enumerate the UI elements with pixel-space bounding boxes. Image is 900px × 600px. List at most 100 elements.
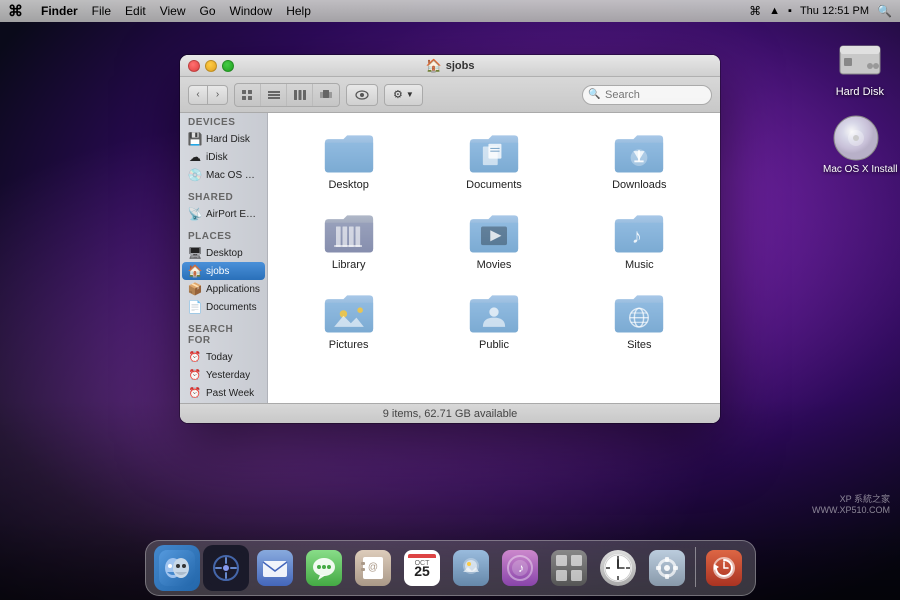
close-button[interactable] (188, 60, 200, 72)
file-item-documents[interactable]: Documents (425, 125, 562, 197)
sidebar-item-allimages[interactable]: ⏰ All Images (182, 402, 265, 403)
search-wrapper: 🔍 (582, 85, 712, 105)
home-icon: 🏠 (188, 264, 202, 278)
sidebar-item-idisk[interactable]: ☁ iDisk (182, 148, 265, 166)
svg-text:♪: ♪ (518, 561, 524, 575)
dock-item-ical[interactable]: 25 OCT (399, 545, 445, 591)
dock-item-iphoto[interactable] (448, 545, 494, 591)
dvd-label: Mac OS X Install DVD (823, 164, 888, 176)
sidebar-idisk-label: iDisk (206, 152, 228, 163)
column-view-button[interactable] (287, 84, 313, 106)
sidebar-item-sjobs[interactable]: 🏠 sjobs (182, 262, 265, 280)
menubar-help[interactable]: Help (286, 4, 311, 18)
window-buttons (188, 60, 234, 72)
file-item-desktop[interactable]: Desktop (280, 125, 417, 197)
file-item-pictures[interactable]: Pictures (280, 285, 417, 357)
menubar-file[interactable]: File (92, 4, 111, 18)
dvd-image (832, 114, 880, 162)
menubar-window[interactable]: Window (230, 4, 273, 18)
nav-buttons: ‹ › (188, 85, 228, 105)
idisk-icon: ☁ (188, 150, 202, 164)
desktop-icon-sm: 🖥 (188, 246, 202, 260)
file-item-library[interactable]: Library (280, 205, 417, 277)
yesterday-icon: ⏰ (188, 368, 202, 382)
file-item-sites[interactable]: Sites (571, 285, 708, 357)
dock-item-expose[interactable] (546, 545, 592, 591)
pictures-folder-label: Pictures (329, 339, 369, 351)
finder-content: DEVICES 💾 Hard Disk ☁ iDisk 💿 Mac OS X I… (180, 113, 720, 403)
svg-text:♪: ♪ (632, 226, 642, 248)
sidebar-item-pastweek[interactable]: ⏰ Past Week (182, 384, 265, 402)
dock-item-dashboard[interactable] (203, 545, 249, 591)
sidebar-item-applications[interactable]: 📦 Applications (182, 280, 265, 298)
icon-view-button[interactable] (235, 84, 261, 106)
maximize-button[interactable] (222, 60, 234, 72)
menubar-right: ⌘ ▲ ▪ Thu 12:51 PM 🔍 (749, 4, 892, 18)
search-input[interactable] (582, 85, 712, 105)
dvd-icon[interactable]: Mac OS X Install DVD (819, 110, 892, 180)
dock-item-clock[interactable] (595, 545, 641, 591)
search-icon: 🔍 (588, 89, 600, 100)
dock-item-addressbook[interactable]: @ (350, 545, 396, 591)
wifi-icon[interactable]: ▲ (769, 5, 780, 17)
status-text: 9 items, 62.71 GB available (383, 408, 518, 420)
file-item-movies[interactable]: Movies (425, 205, 562, 277)
desktop-folder-label: Desktop (328, 179, 368, 191)
apple-menu[interactable]: ⌘ (8, 2, 23, 20)
menubar-view[interactable]: View (160, 4, 186, 18)
finder-statusbar: 9 items, 62.71 GB available (180, 403, 720, 423)
movies-folder-label: Movies (477, 259, 512, 271)
apps-icon: 📦 (188, 282, 202, 296)
sidebar-item-documents[interactable]: 📄 Documents (182, 298, 265, 316)
watermark-line2: WWW.XP510.COM (812, 505, 890, 515)
sidebar-item-harddisk[interactable]: 💾 Hard Disk (182, 130, 265, 148)
eye-button[interactable] (346, 84, 378, 106)
sidebar-item-yesterday[interactable]: ⏰ Yesterday (182, 366, 265, 384)
library-folder-icon (323, 211, 375, 255)
public-folder-icon (468, 291, 520, 335)
coverflow-view-button[interactable] (313, 84, 339, 106)
sidebar-dvd-label: Mac OS X I... (206, 170, 259, 181)
sidebar-sjobs-label: sjobs (206, 266, 229, 277)
menubar: ⌘ Finder File Edit View Go Window Help ⌘… (0, 0, 900, 22)
window-title: 🏠 sjobs (426, 58, 475, 74)
public-folder-label: Public (479, 339, 509, 351)
file-item-public[interactable]: Public (425, 285, 562, 357)
sidebar-harddisk-label: Hard Disk (206, 134, 250, 145)
places-header: PLACES (180, 227, 267, 244)
finder-sidebar: DEVICES 💾 Hard Disk ☁ iDisk 💿 Mac OS X I… (180, 113, 268, 403)
dock-item-mail[interactable] (252, 545, 298, 591)
menubar-finder[interactable]: Finder (41, 4, 78, 18)
list-view-button[interactable] (261, 84, 287, 106)
minimize-button[interactable] (205, 60, 217, 72)
menubar-edit[interactable]: Edit (125, 4, 146, 18)
action-button[interactable]: ⚙ ▼ (384, 84, 423, 106)
sidebar-item-dvd[interactable]: 💿 Mac OS X I... (182, 166, 265, 184)
sidebar-item-desktop[interactable]: 🖥 Desktop (182, 244, 265, 262)
sidebar-item-airport[interactable]: 📡 AirPort Extreme (182, 205, 265, 223)
svg-text:@: @ (367, 562, 377, 573)
window-title-text: sjobs (446, 60, 475, 72)
dock-item-itunes[interactable]: ♪ (497, 545, 543, 591)
menubar-left: ⌘ Finder File Edit View Go Window Help (8, 2, 749, 20)
file-item-downloads[interactable]: Downloads (571, 125, 708, 197)
devices-header: DEVICES (180, 113, 267, 130)
view-buttons (234, 83, 340, 107)
gear-icon: ⚙ (393, 88, 403, 101)
spotlight-icon[interactable]: 🔍 (877, 4, 892, 18)
file-item-music[interactable]: ♪ Music (571, 205, 708, 277)
dock-item-ichat[interactable] (301, 545, 347, 591)
dock-item-sysprefs[interactable] (644, 545, 690, 591)
battery-icon[interactable]: ▪ (788, 5, 792, 17)
hard-disk-icon[interactable]: Hard Disk (832, 32, 888, 102)
bluetooth-icon[interactable]: ⌘ (749, 4, 761, 18)
forward-button[interactable]: › (208, 85, 228, 105)
menu-clock[interactable]: Thu 12:51 PM (800, 5, 869, 17)
back-button[interactable]: ‹ (188, 85, 208, 105)
dock-item-timemachine[interactable] (701, 545, 747, 591)
dock-item-finder[interactable] (154, 545, 200, 591)
menubar-go[interactable]: Go (200, 4, 216, 18)
pastweek-icon: ⏰ (188, 386, 202, 400)
sites-folder-label: Sites (627, 339, 651, 351)
sidebar-item-today[interactable]: ⏰ Today (182, 348, 265, 366)
